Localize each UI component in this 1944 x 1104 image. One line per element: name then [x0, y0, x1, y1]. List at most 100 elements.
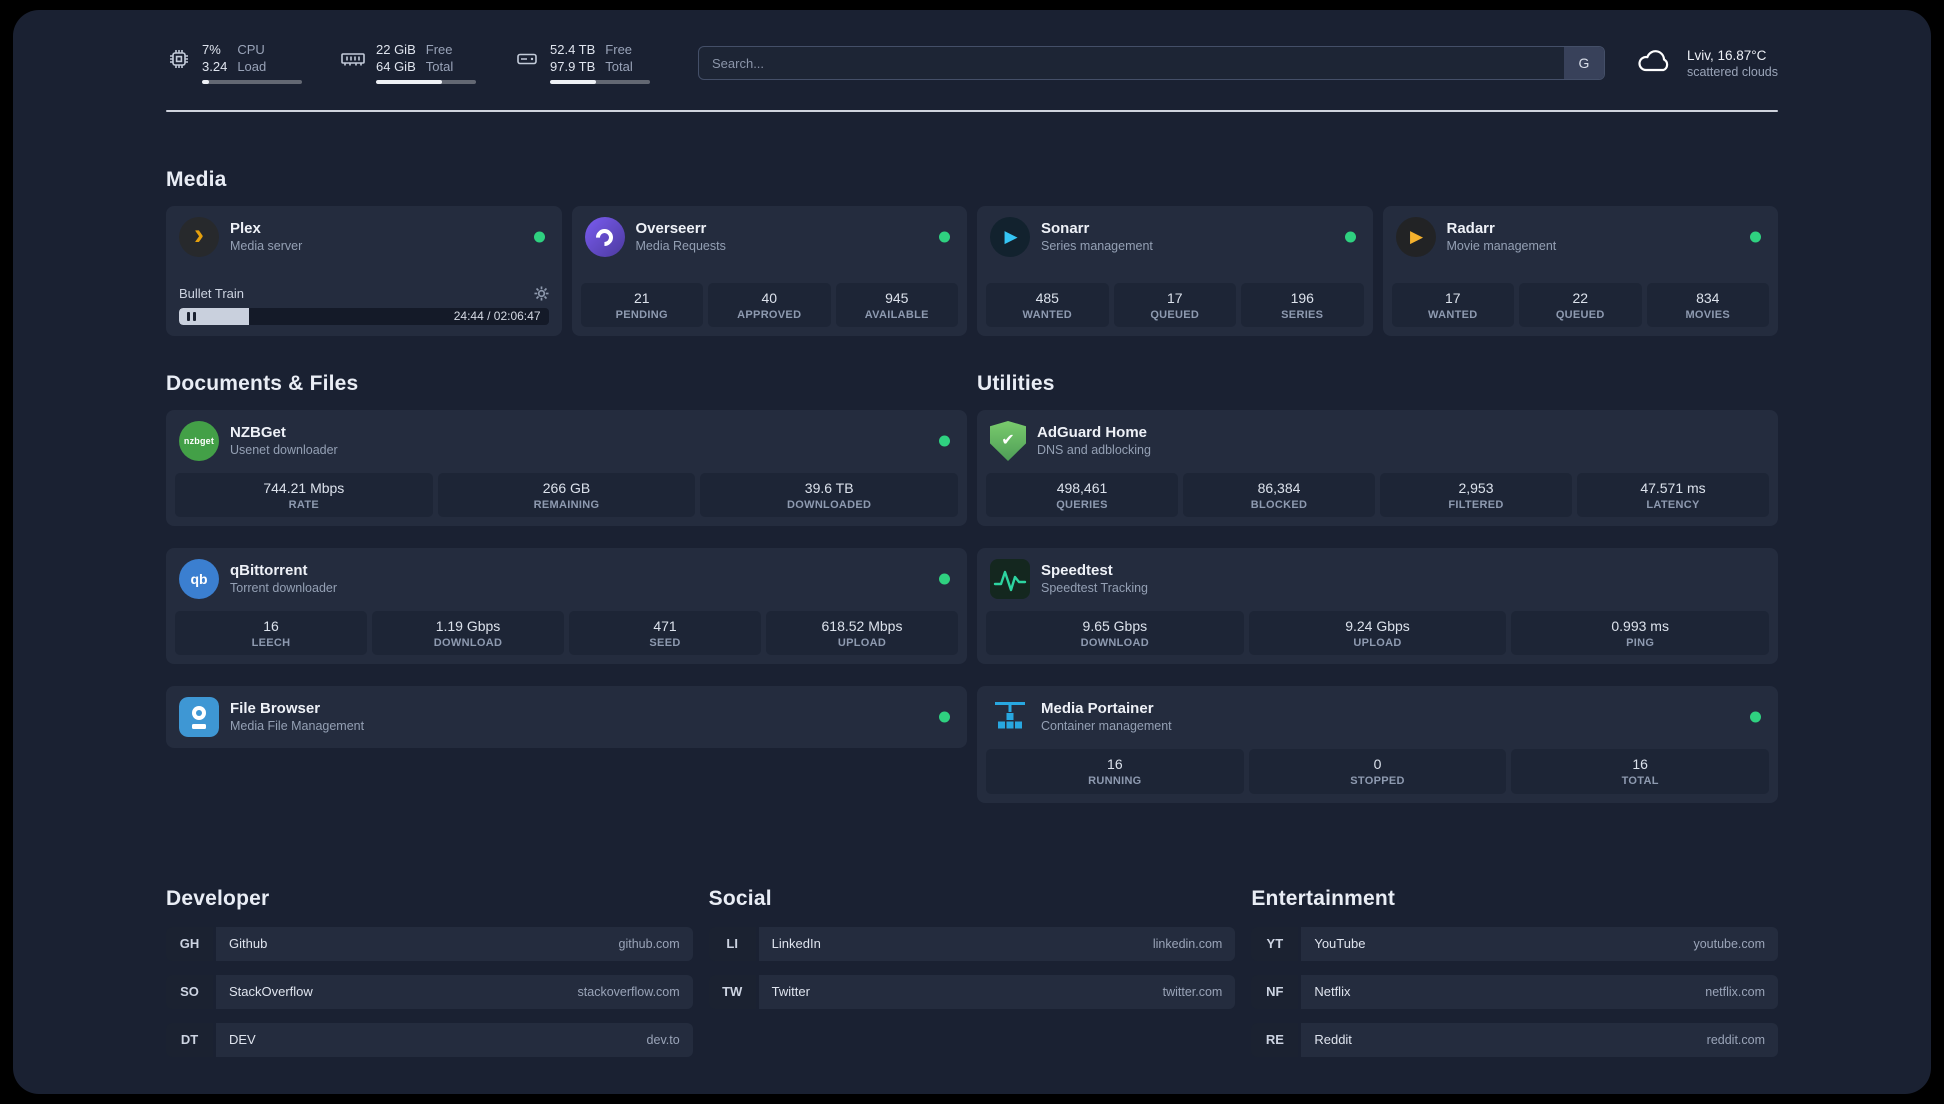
- radarr-service-link[interactable]: ▶ Radarr Movie management: [1392, 215, 1770, 259]
- service-name: NZBGet: [230, 423, 286, 441]
- service-card-nzbget: nzbget NZBGet Usenet downloader 744.21 M…: [166, 410, 967, 527]
- plex-chevron-glyph: ›: [194, 217, 204, 251]
- bookmark-row-dev[interactable]: DT DEV dev.to: [166, 1022, 693, 1057]
- stat-wanted: 485 WANTED: [986, 282, 1109, 327]
- radarr-play-glyph: ▶: [1409, 227, 1424, 246]
- bookmark-row-stackoverflow[interactable]: SO StackOverflow stackoverflow.com: [166, 974, 693, 1009]
- cpu-widget: 7% 3.24 CPU Load: [166, 42, 302, 85]
- status-dot: [533, 231, 545, 243]
- ram-total-label: Total: [425, 58, 454, 74]
- stat-total: 16 TOTAL: [1511, 749, 1770, 794]
- speedtest-wave-icon: [990, 559, 1030, 600]
- section-media: Media › Plex Media server Bullet Train 2…: [166, 168, 1778, 336]
- bookmark-abbr: NF: [1251, 974, 1299, 1009]
- status-dot: [939, 711, 950, 723]
- service-name: Media Portainer: [1041, 700, 1154, 718]
- adguard-service-link[interactable]: ✔ AdGuard Home DNS and adblocking: [986, 419, 1769, 463]
- stat-upload: 9.24 Gbps UPLOAD: [1248, 611, 1507, 656]
- stat-download: 9.65 Gbps DOWNLOAD: [986, 611, 1244, 656]
- plex-icon: ›: [179, 217, 219, 257]
- bookmark-row-youtube[interactable]: YT YouTube youtube.com: [1251, 926, 1779, 961]
- now-playing-title: Bullet Train: [179, 286, 245, 301]
- disk-icon: [514, 46, 540, 72]
- bookmark-row-netflix[interactable]: NF Netflix netflix.com: [1251, 974, 1779, 1009]
- status-dot: [1750, 231, 1761, 243]
- service-subtitle: Movie management: [1446, 238, 1557, 253]
- stat-blocked: 86,384 BLOCKED: [1183, 473, 1375, 518]
- settings-gear-icon[interactable]: [533, 286, 549, 301]
- bookmark-row-github[interactable]: GH Github github.com: [166, 926, 693, 961]
- cpu-load-avg: 3.24: [202, 58, 228, 74]
- bookmark-name: LinkedIn: [771, 936, 821, 952]
- weather-location-temp: Lviv, 16.87°C: [1686, 47, 1767, 63]
- ram-usage-fill: [376, 80, 442, 85]
- stat-rate: 744.21 Mbps RATE: [175, 473, 433, 518]
- nzbget-service-link[interactable]: nzbget NZBGet Usenet downloader: [175, 419, 958, 463]
- bookmark-row-reddit[interactable]: RE Reddit reddit.com: [1251, 1022, 1779, 1057]
- section-title-social: Social: [708, 886, 772, 910]
- bookmark-abbr: GH: [166, 926, 213, 961]
- service-name: Plex: [230, 219, 261, 237]
- disk-total-label: Total: [605, 58, 633, 74]
- status-dot: [1344, 231, 1356, 243]
- weather-widget[interactable]: Lviv, 16.87°C scattered clouds: [1635, 47, 1778, 80]
- stat-latency: 47.571 ms LATENCY: [1577, 473, 1769, 518]
- playback-progress-bar[interactable]: 24:44 / 02:06:47: [179, 308, 549, 325]
- search-bar: G: [698, 46, 1605, 80]
- bookmark-row-linkedin[interactable]: LI LinkedIn linkedin.com: [708, 926, 1236, 961]
- service-subtitle: Torrent downloader: [230, 580, 338, 595]
- plex-service-link[interactable]: › Plex Media server: [175, 215, 553, 259]
- service-name: Overseerr: [635, 219, 707, 237]
- bookmark-row-twitter[interactable]: TW Twitter twitter.com: [708, 974, 1236, 1009]
- bookmarks-social: Social LI LinkedIn linkedin.com TW Twitt…: [708, 886, 1236, 1071]
- portainer-service-link[interactable]: Media Portainer Container management: [986, 695, 1769, 739]
- radarr-icon: ▶: [1395, 217, 1436, 257]
- playback-controls: 24:44 / 02:06:47: [179, 308, 549, 325]
- ram-widget: 22 GiB 64 GiB Free Total: [340, 42, 476, 85]
- ram-usage-bar: [376, 80, 476, 85]
- bookmark-url: twitter.com: [1162, 984, 1223, 999]
- bookmark-abbr: SO: [166, 974, 213, 1009]
- service-subtitle: Media File Management: [230, 718, 365, 733]
- bookmark-url: netflix.com: [1705, 984, 1766, 999]
- bookmark-url: dev.to: [646, 1032, 680, 1047]
- bookmark-url: github.com: [618, 936, 680, 951]
- bookmark-name: Github: [229, 936, 268, 952]
- overseerr-service-link[interactable]: Overseerr Media Requests: [581, 215, 959, 259]
- pause-icon[interactable]: [187, 312, 196, 321]
- bookmark-url: reddit.com: [1706, 1032, 1766, 1047]
- bookmarks-entertainment: Entertainment YT YouTube youtube.com NF …: [1251, 887, 1779, 1071]
- adguard-shield-icon: ✔: [990, 421, 1026, 461]
- sonarr-icon: ▶: [990, 217, 1030, 257]
- search-provider-button[interactable]: G: [1563, 47, 1604, 79]
- section-utilities: Utilities ✔ AdGuard Home DNS and adblock…: [977, 372, 1778, 825]
- search-input[interactable]: [698, 46, 1605, 80]
- bookmark-url: stackoverflow.com: [577, 984, 680, 999]
- stat-remaining: 266 GB REMAINING: [437, 473, 696, 518]
- ram-icon: [340, 46, 366, 72]
- speedtest-service-link[interactable]: Speedtest Speedtest Tracking: [986, 557, 1769, 601]
- bookmark-name: Reddit: [1314, 1032, 1352, 1048]
- service-card-speedtest: Speedtest Speedtest Tracking 9.65 Gbps D…: [977, 548, 1778, 665]
- stat-leech: 16 LEECH: [175, 611, 367, 656]
- service-card-sonarr: ▶ Sonarr Series management 485 WANTED 17: [977, 206, 1373, 336]
- service-card-radarr: ▶ Radarr Movie management 17 WANTED 22 Q…: [1382, 206, 1778, 336]
- stat-queued: 22 QUEUED: [1519, 282, 1642, 327]
- bookmark-abbr: LI: [708, 926, 756, 961]
- dashboard-screen: 7% 3.24 CPU Load 22 GiB 64 GiB Free Tota…: [0, 0, 1944, 1104]
- sonarr-service-link[interactable]: ▶ Sonarr Series management: [986, 215, 1364, 259]
- section-title-utilities: Utilities: [977, 372, 1055, 395]
- nzbget-icon: nzbget: [179, 421, 219, 461]
- service-name: Sonarr: [1041, 219, 1090, 237]
- qbittorrent-icon: qb: [179, 559, 219, 600]
- qbittorrent-service-link[interactable]: qb qBittorrent Torrent downloader: [175, 557, 958, 601]
- cpu-load-label: Load: [237, 58, 267, 74]
- bookmark-name: YouTube: [1314, 936, 1366, 952]
- disk-usage-bar: [550, 80, 650, 85]
- filebrowser-service-link[interactable]: File Browser Media File Management: [175, 695, 958, 739]
- disk-widget: 52.4 TB 97.9 TB Free Total: [514, 42, 650, 85]
- bookmark-name: StackOverflow: [229, 984, 313, 1000]
- section-documents: Documents & Files nzbget NZBGet Usenet d…: [166, 372, 967, 825]
- service-subtitle: DNS and adblocking: [1037, 442, 1151, 457]
- service-card-filebrowser: File Browser Media File Management: [166, 686, 967, 749]
